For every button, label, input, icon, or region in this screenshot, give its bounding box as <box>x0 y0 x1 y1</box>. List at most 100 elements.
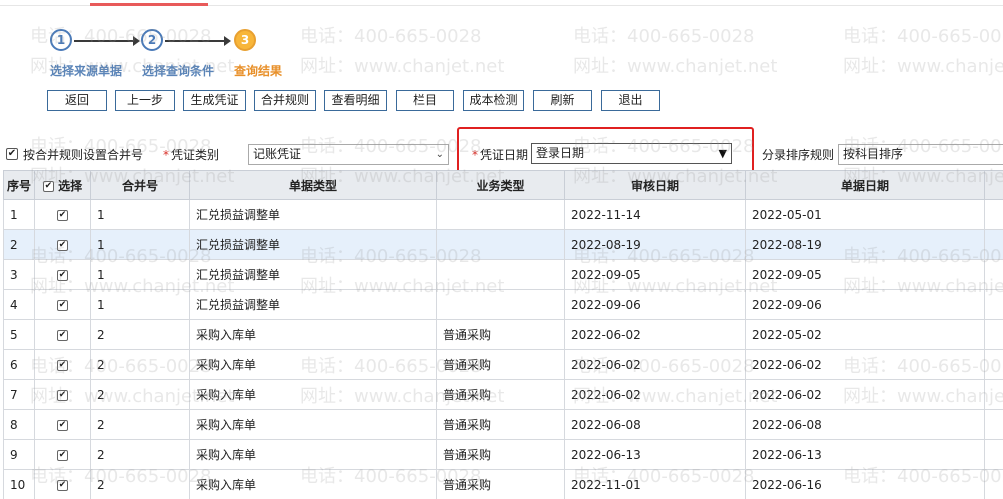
columns-button[interactable]: 栏目 <box>396 90 454 111</box>
table-row[interactable]: 9 ✔ 2 采购入库单 普通采购 2022-06-13 2022-06-13 <box>3 439 1003 470</box>
voucher-type-label-text: 凭证类别 <box>171 148 220 162</box>
cell-audit-date: 2022-08-19 <box>564 229 746 260</box>
cell-doc-type: 采购入库单 <box>189 349 437 380</box>
cell-audit-date: 2022-06-08 <box>564 409 746 440</box>
cell-seq: 9 <box>3 439 35 470</box>
cell-merge-no: 1 <box>90 259 190 290</box>
cell-extra <box>984 229 1003 260</box>
cell-audit-date: 2022-11-14 <box>564 199 746 230</box>
cell-doc-type: 采购入库单 <box>189 439 437 470</box>
sort-rule-select[interactable]: 按科目排序 <box>838 144 1003 165</box>
step-1-label: 选择来源单据 <box>50 64 123 78</box>
cell-seq: 10 <box>3 469 35 499</box>
cell-doc-type: 汇兑损益调整单 <box>189 259 437 290</box>
cell-select[interactable]: ✔ <box>34 379 91 410</box>
cost-check-button[interactable]: 成本检测 <box>463 90 524 111</box>
header-select[interactable]: ✔ 选择 <box>34 170 91 200</box>
cell-audit-date: 2022-06-02 <box>564 319 746 350</box>
step-3-circle: 3 <box>234 29 256 51</box>
merge-rule-button[interactable]: 合并规则 <box>254 90 316 111</box>
cell-seq: 7 <box>3 379 35 410</box>
previous-step-button[interactable]: 上一步 <box>115 90 175 111</box>
row-select-checkbox[interactable]: ✔ <box>57 359 68 371</box>
cell-extra <box>984 289 1003 320</box>
cell-select[interactable]: ✔ <box>34 259 91 290</box>
row-select-checkbox[interactable]: ✔ <box>57 479 68 491</box>
step-1-circle: 1 <box>50 29 72 51</box>
cell-audit-date: 2022-06-13 <box>564 439 746 470</box>
header-biz-type: 业务类型 <box>436 170 565 200</box>
cell-audit-date: 2022-06-02 <box>564 379 746 410</box>
table-row[interactable]: 5 ✔ 2 采购入库单 普通采购 2022-06-02 2022-05-02 <box>3 319 1003 350</box>
cell-biz-type: 普通采购 <box>436 439 565 470</box>
header-audit-date: 审核日期 <box>564 170 746 200</box>
exit-button[interactable]: 退出 <box>601 90 660 111</box>
cell-merge-no: 2 <box>90 409 190 440</box>
row-select-checkbox[interactable]: ✔ <box>57 209 68 221</box>
cell-doc-type: 采购入库单 <box>189 409 437 440</box>
watermark-text: 电话：400-665-0028 <box>843 26 1003 47</box>
cell-select[interactable]: ✔ <box>34 409 91 440</box>
cell-doc-type: 汇兑损益调整单 <box>189 199 437 230</box>
cell-audit-date: 2022-11-01 <box>564 469 746 499</box>
row-select-checkbox[interactable]: ✔ <box>57 329 68 341</box>
table-row[interactable]: 2 ✔ 1 汇兑损益调整单 2022-08-19 2022-08-19 <box>3 229 1003 260</box>
cell-doc-type: 采购入库单 <box>189 319 437 350</box>
cell-select[interactable]: ✔ <box>34 469 91 499</box>
row-select-checkbox[interactable]: ✔ <box>57 419 68 431</box>
cell-biz-type: 普通采购 <box>436 469 565 499</box>
result-table: 序号 ✔ 选择 合并号 单据类型 业务类型 审核日期 单据日期 1 ✔ 1 汇兑损益调… <box>3 170 1003 499</box>
cell-biz-type <box>436 229 565 260</box>
watermark-text: 网址：www.chanjet.net <box>573 56 778 77</box>
cell-select[interactable]: ✔ <box>34 439 91 470</box>
cell-biz-type: 普通采购 <box>436 409 565 440</box>
cell-select[interactable]: ✔ <box>34 349 91 380</box>
table-row[interactable]: 10 ✔ 2 采购入库单 普通采购 2022-11-01 2022-06-16 <box>3 469 1003 499</box>
cell-seq: 5 <box>3 319 35 350</box>
row-select-checkbox[interactable]: ✔ <box>57 449 68 461</box>
table-row[interactable]: 7 ✔ 2 采购入库单 普通采购 2022-06-02 2022-06-02 <box>3 379 1003 410</box>
row-select-checkbox[interactable]: ✔ <box>57 299 68 311</box>
cell-merge-no: 1 <box>90 289 190 320</box>
cell-merge-no: 2 <box>90 439 190 470</box>
cell-merge-no: 2 <box>90 319 190 350</box>
cell-extra <box>984 379 1003 410</box>
table-header-row: 序号 ✔ 选择 合并号 单据类型 业务类型 审核日期 单据日期 <box>3 170 1003 200</box>
required-mark: * <box>163 148 169 162</box>
cell-select[interactable]: ✔ <box>34 319 91 350</box>
table-row[interactable]: 8 ✔ 2 采购入库单 普通采购 2022-06-08 2022-06-08 <box>3 409 1003 440</box>
watermark-text: 电话：400-665-0028 <box>300 26 482 47</box>
header-seq: 序号 <box>3 170 35 200</box>
table-row[interactable]: 3 ✔ 1 汇兑损益调整单 2022-09-05 2022-09-05 <box>3 259 1003 290</box>
voucher-type-select[interactable]: 记账凭证 ⌄ <box>248 144 449 165</box>
cell-select[interactable]: ✔ <box>34 229 91 260</box>
sort-rule-value: 按科目排序 <box>843 147 904 161</box>
header-extra <box>984 170 1003 200</box>
cell-doc-type: 采购入库单 <box>189 379 437 410</box>
refresh-button[interactable]: 刷新 <box>533 90 592 111</box>
row-select-checkbox[interactable]: ✔ <box>57 389 68 401</box>
table-row[interactable]: 1 ✔ 1 汇兑损益调整单 2022-11-14 2022-05-01 <box>3 199 1003 230</box>
cell-select[interactable]: ✔ <box>34 199 91 230</box>
cell-select[interactable]: ✔ <box>34 289 91 320</box>
active-tab-indicator <box>90 3 208 6</box>
select-all-checkbox[interactable]: ✔ <box>42 180 54 192</box>
cell-seq: 8 <box>3 409 35 440</box>
generate-voucher-button[interactable]: 生成凭证 <box>183 90 246 111</box>
cell-biz-type <box>436 199 565 230</box>
row-select-checkbox[interactable]: ✔ <box>57 269 68 281</box>
cell-seq: 4 <box>3 289 35 320</box>
cell-biz-type: 普通采购 <box>436 349 565 380</box>
watermark-text: 网址：www.chanjet.net <box>843 56 1003 77</box>
view-detail-button[interactable]: 查看明细 <box>324 90 387 111</box>
watermark-text: 电话：400-665-0028 <box>573 26 755 47</box>
step-arrow-1 <box>74 36 140 46</box>
merge-rule-checkbox[interactable]: ✔ <box>6 148 18 160</box>
cell-extra <box>984 259 1003 290</box>
cell-audit-date: 2022-09-05 <box>564 259 746 290</box>
back-button[interactable]: 返回 <box>47 90 107 111</box>
row-select-checkbox[interactable]: ✔ <box>57 239 68 251</box>
cell-extra <box>984 349 1003 380</box>
table-row[interactable]: 6 ✔ 2 采购入库单 普通采购 2022-06-02 2022-06-02 <box>3 349 1003 380</box>
table-row[interactable]: 4 ✔ 1 汇兑损益调整单 2022-09-06 2022-09-06 <box>3 289 1003 320</box>
